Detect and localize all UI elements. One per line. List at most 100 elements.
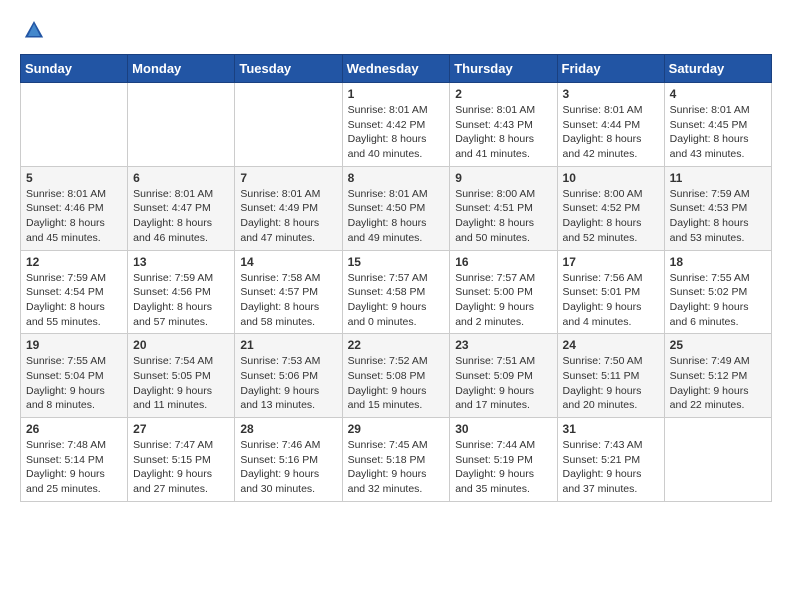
day-info: Sunrise: 8:00 AM Sunset: 4:51 PM Dayligh… — [455, 187, 551, 246]
day-info: Sunrise: 8:01 AM Sunset: 4:44 PM Dayligh… — [563, 103, 659, 162]
day-info: Sunrise: 8:01 AM Sunset: 4:49 PM Dayligh… — [240, 187, 336, 246]
calendar-cell: 20 Sunrise: 7:54 AM Sunset: 5:05 PM Dayli… — [128, 334, 235, 418]
day-info: Sunrise: 7:58 AM Sunset: 4:57 PM Dayligh… — [240, 271, 336, 330]
day-info: Sunrise: 7:48 AM Sunset: 5:14 PM Dayligh… — [26, 438, 122, 497]
calendar-cell: 16Sunrise: 7:57 AM Sunset: 5:00 PM Dayli… — [450, 250, 557, 334]
day-info: Sunrise: 8:01 AM Sunset: 4:46 PM Dayligh… — [26, 187, 122, 246]
day-number: 9 — [455, 171, 551, 185]
day-number: 24 — [563, 338, 659, 352]
day-header-saturday: Saturday — [664, 55, 771, 83]
day-number: 4 — [670, 87, 766, 101]
day-info: Sunrise: 7:56 AM Sunset: 5:01 PM Dayligh… — [563, 271, 659, 330]
day-number: 20 — [133, 338, 229, 352]
day-number: 23 — [455, 338, 551, 352]
day-info: Sunrise: 7:45 AM Sunset: 5:18 PM Dayligh… — [348, 438, 445, 497]
day-number: 21 — [240, 338, 336, 352]
calendar-cell — [664, 418, 771, 502]
calendar-cell: 10 Sunrise: 8:00 AM Sunset: 4:52 PM Dayli… — [557, 166, 664, 250]
week-row-3: 12 Sunrise: 7:59 AM Sunset: 4:54 PM Dayli… — [21, 250, 772, 334]
day-number: 6 — [133, 171, 229, 185]
week-row-1: 1Sunrise: 8:01 AM Sunset: 4:42 PM Daylig… — [21, 83, 772, 167]
calendar-cell: 6 Sunrise: 8:01 AM Sunset: 4:47 PM Daylig… — [128, 166, 235, 250]
calendar: SundayMondayTuesdayWednesdayThursdayFrid… — [20, 54, 772, 502]
day-number: 2 — [455, 87, 551, 101]
day-info: Sunrise: 8:01 AM Sunset: 4:43 PM Dayligh… — [455, 103, 551, 162]
day-number: 26 — [26, 422, 122, 436]
day-info: Sunrise: 7:47 AM Sunset: 5:15 PM Dayligh… — [133, 438, 229, 497]
calendar-cell: 19 Sunrise: 7:55 AM Sunset: 5:04 PM Dayli… — [21, 334, 128, 418]
day-info: Sunrise: 7:43 AM Sunset: 5:21 PM Dayligh… — [563, 438, 659, 497]
day-number: 25 — [670, 338, 766, 352]
calendar-cell: 22Sunrise: 7:52 AM Sunset: 5:08 PM Dayli… — [342, 334, 450, 418]
calendar-cell: 9 Sunrise: 8:00 AM Sunset: 4:51 PM Daylig… — [450, 166, 557, 250]
day-info: Sunrise: 8:01 AM Sunset: 4:45 PM Dayligh… — [670, 103, 766, 162]
day-info: Sunrise: 7:57 AM Sunset: 5:00 PM Dayligh… — [455, 271, 551, 330]
day-info: Sunrise: 7:59 AM Sunset: 4:54 PM Dayligh… — [26, 271, 122, 330]
header — [20, 16, 772, 44]
day-headers-row: SundayMondayTuesdayWednesdayThursdayFrid… — [21, 55, 772, 83]
calendar-cell: 1Sunrise: 8:01 AM Sunset: 4:42 PM Daylig… — [342, 83, 450, 167]
day-number: 5 — [26, 171, 122, 185]
calendar-cell: 21 Sunrise: 7:53 AM Sunset: 5:06 PM Dayli… — [235, 334, 342, 418]
day-header-thursday: Thursday — [450, 55, 557, 83]
day-info: Sunrise: 7:51 AM Sunset: 5:09 PM Dayligh… — [455, 354, 551, 413]
day-number: 11 — [670, 171, 766, 185]
day-number: 29 — [348, 422, 445, 436]
calendar-cell — [128, 83, 235, 167]
day-number: 3 — [563, 87, 659, 101]
calendar-cell — [235, 83, 342, 167]
calendar-cell: 23 Sunrise: 7:51 AM Sunset: 5:09 PM Dayli… — [450, 334, 557, 418]
logo — [20, 16, 52, 44]
day-header-tuesday: Tuesday — [235, 55, 342, 83]
day-info: Sunrise: 8:01 AM Sunset: 4:50 PM Dayligh… — [348, 187, 445, 246]
week-row-4: 19 Sunrise: 7:55 AM Sunset: 5:04 PM Dayli… — [21, 334, 772, 418]
calendar-cell: 30 Sunrise: 7:44 AM Sunset: 5:19 PM Dayli… — [450, 418, 557, 502]
day-info: Sunrise: 8:01 AM Sunset: 4:47 PM Dayligh… — [133, 187, 229, 246]
day-info: Sunrise: 7:50 AM Sunset: 5:11 PM Dayligh… — [563, 354, 659, 413]
calendar-cell: 31Sunrise: 7:43 AM Sunset: 5:21 PM Dayli… — [557, 418, 664, 502]
week-row-2: 5 Sunrise: 8:01 AM Sunset: 4:46 PM Daylig… — [21, 166, 772, 250]
day-info: Sunrise: 7:49 AM Sunset: 5:12 PM Dayligh… — [670, 354, 766, 413]
calendar-cell: 8Sunrise: 8:01 AM Sunset: 4:50 PM Daylig… — [342, 166, 450, 250]
calendar-cell — [21, 83, 128, 167]
day-number: 14 — [240, 255, 336, 269]
day-info: Sunrise: 7:59 AM Sunset: 4:53 PM Dayligh… — [670, 187, 766, 246]
calendar-cell: 14 Sunrise: 7:58 AM Sunset: 4:57 PM Dayli… — [235, 250, 342, 334]
day-info: Sunrise: 8:00 AM Sunset: 4:52 PM Dayligh… — [563, 187, 659, 246]
day-info: Sunrise: 7:44 AM Sunset: 5:19 PM Dayligh… — [455, 438, 551, 497]
day-number: 7 — [240, 171, 336, 185]
day-info: Sunrise: 7:52 AM Sunset: 5:08 PM Dayligh… — [348, 354, 445, 413]
day-info: Sunrise: 8:01 AM Sunset: 4:42 PM Dayligh… — [348, 103, 445, 162]
day-number: 12 — [26, 255, 122, 269]
calendar-cell: 13Sunrise: 7:59 AM Sunset: 4:56 PM Dayli… — [128, 250, 235, 334]
page: SundayMondayTuesdayWednesdayThursdayFrid… — [0, 0, 792, 522]
calendar-cell: 17Sunrise: 7:56 AM Sunset: 5:01 PM Dayli… — [557, 250, 664, 334]
calendar-cell: 29 Sunrise: 7:45 AM Sunset: 5:18 PM Dayli… — [342, 418, 450, 502]
calendar-cell: 5 Sunrise: 8:01 AM Sunset: 4:46 PM Daylig… — [21, 166, 128, 250]
day-number: 13 — [133, 255, 229, 269]
calendar-cell: 26 Sunrise: 7:48 AM Sunset: 5:14 PM Dayli… — [21, 418, 128, 502]
day-number: 18 — [670, 255, 766, 269]
logo-icon — [20, 16, 48, 44]
day-number: 28 — [240, 422, 336, 436]
day-header-sunday: Sunday — [21, 55, 128, 83]
day-number: 30 — [455, 422, 551, 436]
day-info: Sunrise: 7:54 AM Sunset: 5:05 PM Dayligh… — [133, 354, 229, 413]
day-info: Sunrise: 7:57 AM Sunset: 4:58 PM Dayligh… — [348, 271, 445, 330]
day-header-monday: Monday — [128, 55, 235, 83]
calendar-cell: 3 Sunrise: 8:01 AM Sunset: 4:44 PM Daylig… — [557, 83, 664, 167]
calendar-cell: 15 Sunrise: 7:57 AM Sunset: 4:58 PM Dayli… — [342, 250, 450, 334]
day-info: Sunrise: 7:55 AM Sunset: 5:02 PM Dayligh… — [670, 271, 766, 330]
day-header-friday: Friday — [557, 55, 664, 83]
calendar-cell: 24 Sunrise: 7:50 AM Sunset: 5:11 PM Dayli… — [557, 334, 664, 418]
day-number: 10 — [563, 171, 659, 185]
day-info: Sunrise: 7:55 AM Sunset: 5:04 PM Dayligh… — [26, 354, 122, 413]
day-number: 19 — [26, 338, 122, 352]
calendar-cell: 4 Sunrise: 8:01 AM Sunset: 4:45 PM Daylig… — [664, 83, 771, 167]
calendar-cell: 2 Sunrise: 8:01 AM Sunset: 4:43 PM Daylig… — [450, 83, 557, 167]
day-number: 15 — [348, 255, 445, 269]
day-info: Sunrise: 7:53 AM Sunset: 5:06 PM Dayligh… — [240, 354, 336, 413]
day-info: Sunrise: 7:46 AM Sunset: 5:16 PM Dayligh… — [240, 438, 336, 497]
calendar-cell: 11 Sunrise: 7:59 AM Sunset: 4:53 PM Dayli… — [664, 166, 771, 250]
day-header-wednesday: Wednesday — [342, 55, 450, 83]
